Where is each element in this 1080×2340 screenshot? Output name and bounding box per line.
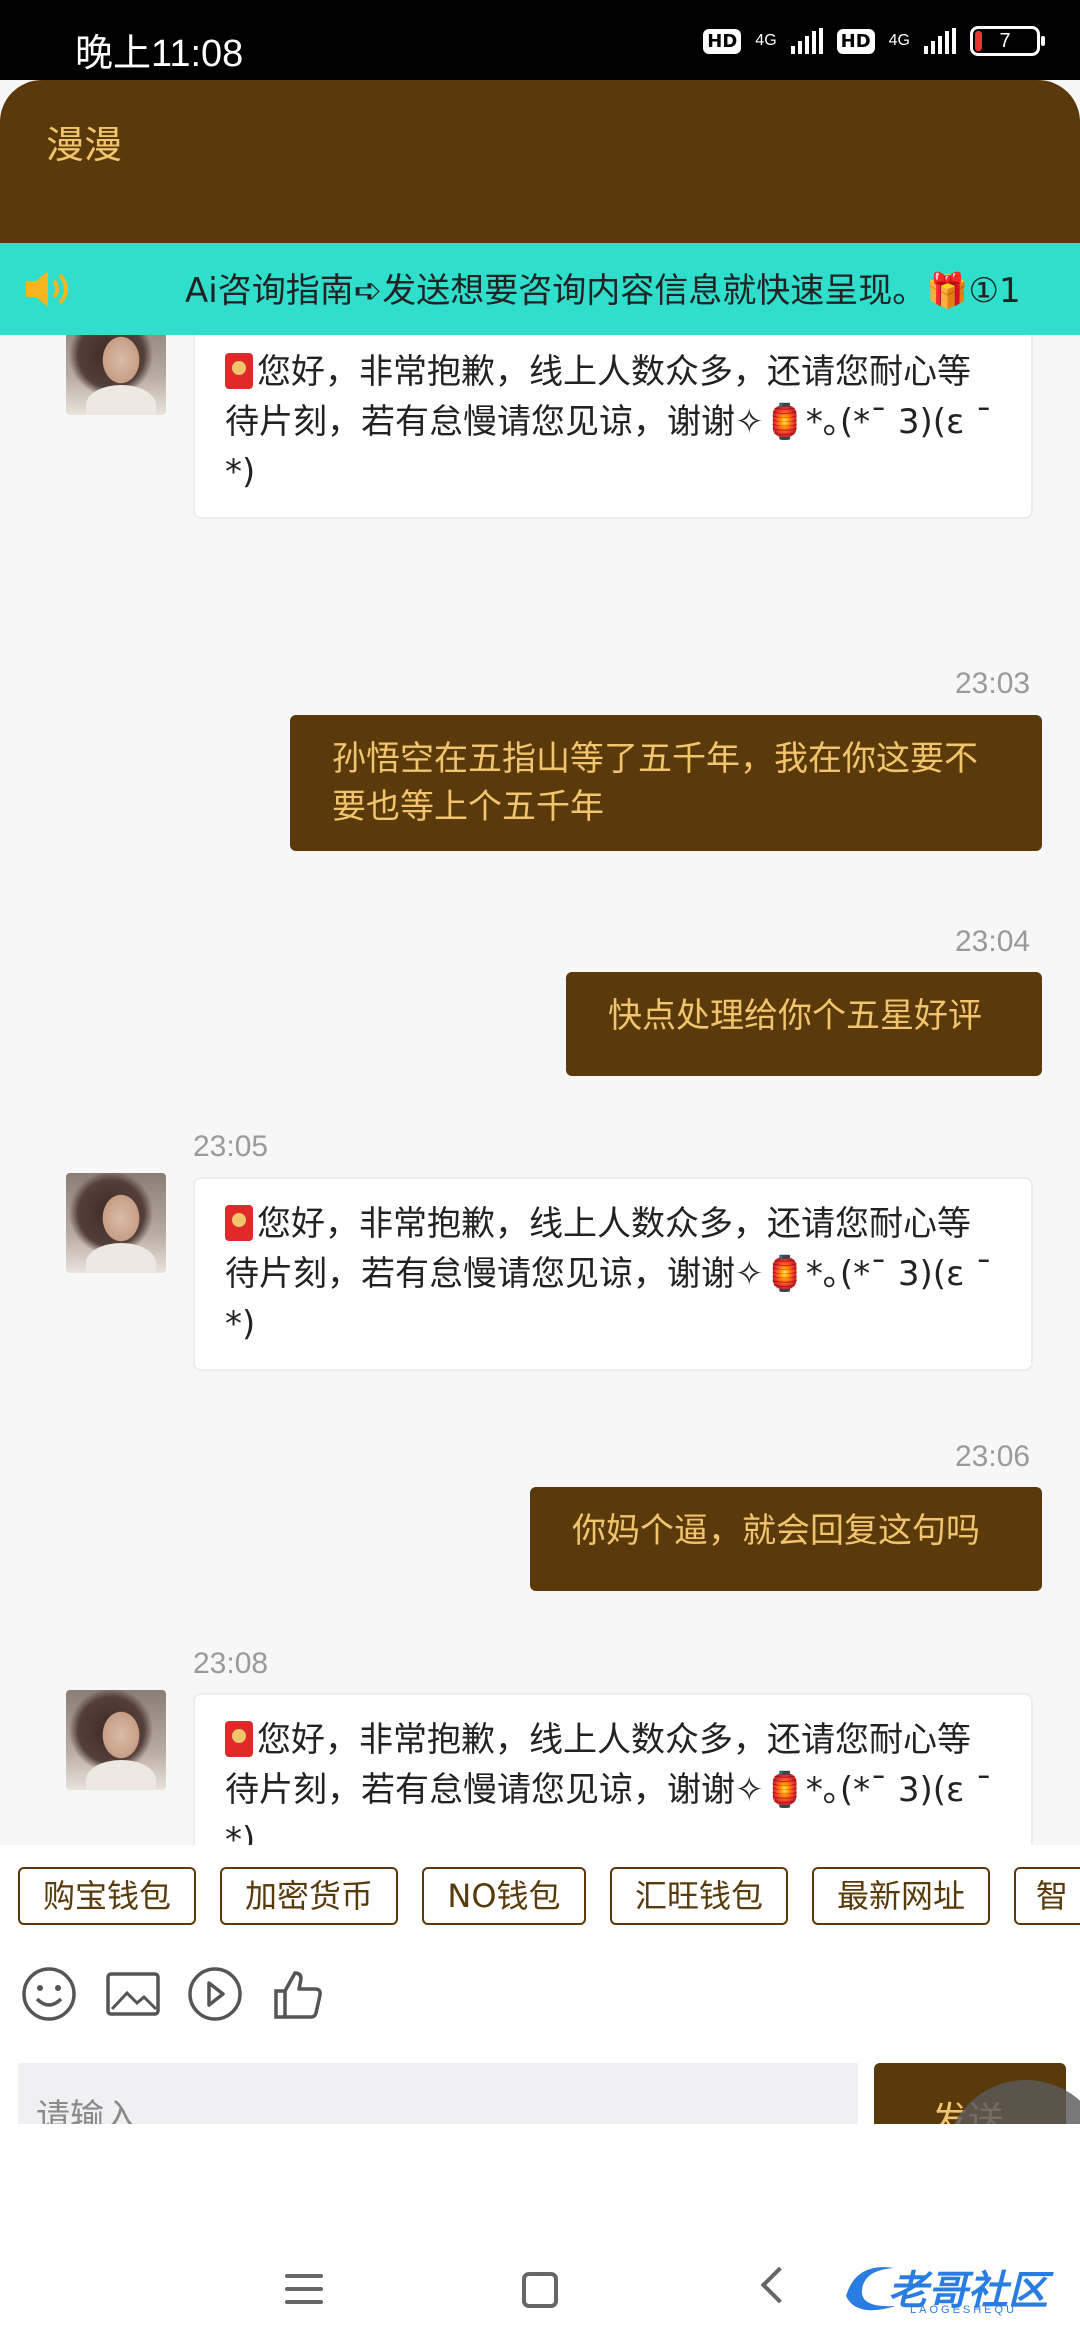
status-time: 晚上11:08 <box>75 33 244 75</box>
network-type-2: 4G <box>888 32 910 49</box>
red-envelope-icon <box>225 1721 253 1757</box>
message-text: 您好，非常抱歉，线上人数众多，还请您耐心等待片刻，若有怠慢请您见谅，谢谢✧🏮*｡… <box>225 352 993 492</box>
quick-reply-bar[interactable]: 购宝钱包 加密货币 NO钱包 汇旺钱包 最新网址 智 <box>0 1845 1080 1945</box>
battery-icon: 7 <box>970 26 1045 56</box>
agent-avatar[interactable] <box>66 1690 166 1790</box>
home-icon[interactable] <box>522 2272 558 2308</box>
notice-banner[interactable]: Ai咨询指南➪发送想要咨询内容信息就快速呈现。🎁①1 <box>0 243 1080 335</box>
chat-app: 漫漫 Ai咨询指南➪发送想要咨询内容信息就快速呈现。🎁①1 您好，非常抱歉，线上… <box>0 80 1080 2340</box>
hd-badge: HD <box>703 28 742 54</box>
quick-reply-chip[interactable]: 智 <box>1014 1867 1080 1925</box>
message-text: 您好，非常抱歉，线上人数众多，还请您耐心等待片刻，若有怠慢请您见谅，谢谢✧🏮*｡… <box>225 1204 993 1344</box>
notice-text: Ai咨询指南➪发送想要咨询内容信息就快速呈现。🎁①1 <box>185 271 1021 311</box>
signal-icon-2 <box>924 28 956 54</box>
agent-message: 您好，非常抱歉，线上人数众多，还请您耐心等待片刻，若有怠慢请您见谅，谢谢✧🏮*｡… <box>193 1693 1033 1845</box>
quick-reply-chip[interactable]: 汇旺钱包 <box>610 1867 788 1925</box>
agent-avatar[interactable] <box>66 335 166 415</box>
system-nav-bar: 老哥社区 LAOGESHEQU <box>0 2124 1080 2340</box>
watermark-subtext: LAOGESHEQU <box>910 2304 1018 2316</box>
red-envelope-icon <box>225 353 253 389</box>
message-time: 23:08 <box>193 1647 269 1680</box>
user-message: 你妈个逼，就会回复这句吗 <box>530 1487 1042 1591</box>
network-type: 4G <box>755 32 777 49</box>
watermark-logo: 老哥社区 LAOGESHEQU <box>840 2254 1075 2324</box>
hd-badge-2: HD <box>836 28 875 54</box>
agent-avatar[interactable] <box>66 1173 166 1273</box>
message-time: 23:04 <box>955 925 1031 958</box>
recents-icon[interactable] <box>285 2274 323 2313</box>
red-envelope-icon <box>225 1205 253 1241</box>
quick-reply-chip[interactable]: 最新网址 <box>812 1867 990 1925</box>
status-icons: HD 4G HD 4G 7 <box>703 26 1045 56</box>
quick-reply-chip[interactable]: NO钱包 <box>422 1867 586 1925</box>
contact-name: 漫漫 <box>46 123 123 167</box>
status-bar: 晚上11:08 HD 4G HD 4G 7 <box>0 0 1080 80</box>
image-icon[interactable] <box>104 1965 162 2023</box>
speaker-icon <box>26 271 68 307</box>
message-time: 23:06 <box>955 1440 1031 1473</box>
signal-icon <box>790 28 823 54</box>
quick-reply-chip[interactable]: 购宝钱包 <box>18 1867 196 1925</box>
quick-reply-chip[interactable]: 加密货币 <box>220 1867 398 1925</box>
video-icon[interactable] <box>186 1965 244 2023</box>
user-message: 孙悟空在五指山等了五千年，我在你这要不要也等上个五千年 <box>290 715 1042 851</box>
message-text: 孙悟空在五指山等了五千年，我在你这要不要也等上个五千年 <box>332 739 978 827</box>
agent-message: 您好，非常抱歉，线上人数众多，还请您耐心等待片刻，若有怠慢请您见谅，谢谢✧🏮*｡… <box>193 1177 1033 1371</box>
agent-message: 您好，非常抱歉，线上人数众多，还请您耐心等待片刻，若有怠慢请您见谅，谢谢✧🏮*｡… <box>193 335 1033 519</box>
input-tools <box>0 1945 1080 2050</box>
message-time: 23:05 <box>193 1130 269 1163</box>
thumbs-up-icon[interactable] <box>270 1965 328 2023</box>
back-icon[interactable] <box>760 2266 798 2304</box>
message-list[interactable]: 您好，非常抱歉，线上人数众多，还请您耐心等待片刻，若有怠慢请您见谅，谢谢✧🏮*｡… <box>0 335 1080 1845</box>
message-time: 23:03 <box>955 667 1031 700</box>
user-message: 快点处理给你个五星好评 <box>566 972 1042 1076</box>
message-text: 快点处理给你个五星好评 <box>608 996 982 1036</box>
message-text: 你妈个逼，就会回复这句吗 <box>572 1511 980 1551</box>
battery-level: 7 <box>999 30 1011 52</box>
message-text: 您好，非常抱歉，线上人数众多，还请您耐心等待片刻，若有怠慢请您见谅，谢谢✧🏮*｡… <box>225 1720 993 1845</box>
emoji-icon[interactable] <box>20 1965 78 2023</box>
chat-header: 漫漫 <box>0 80 1080 243</box>
